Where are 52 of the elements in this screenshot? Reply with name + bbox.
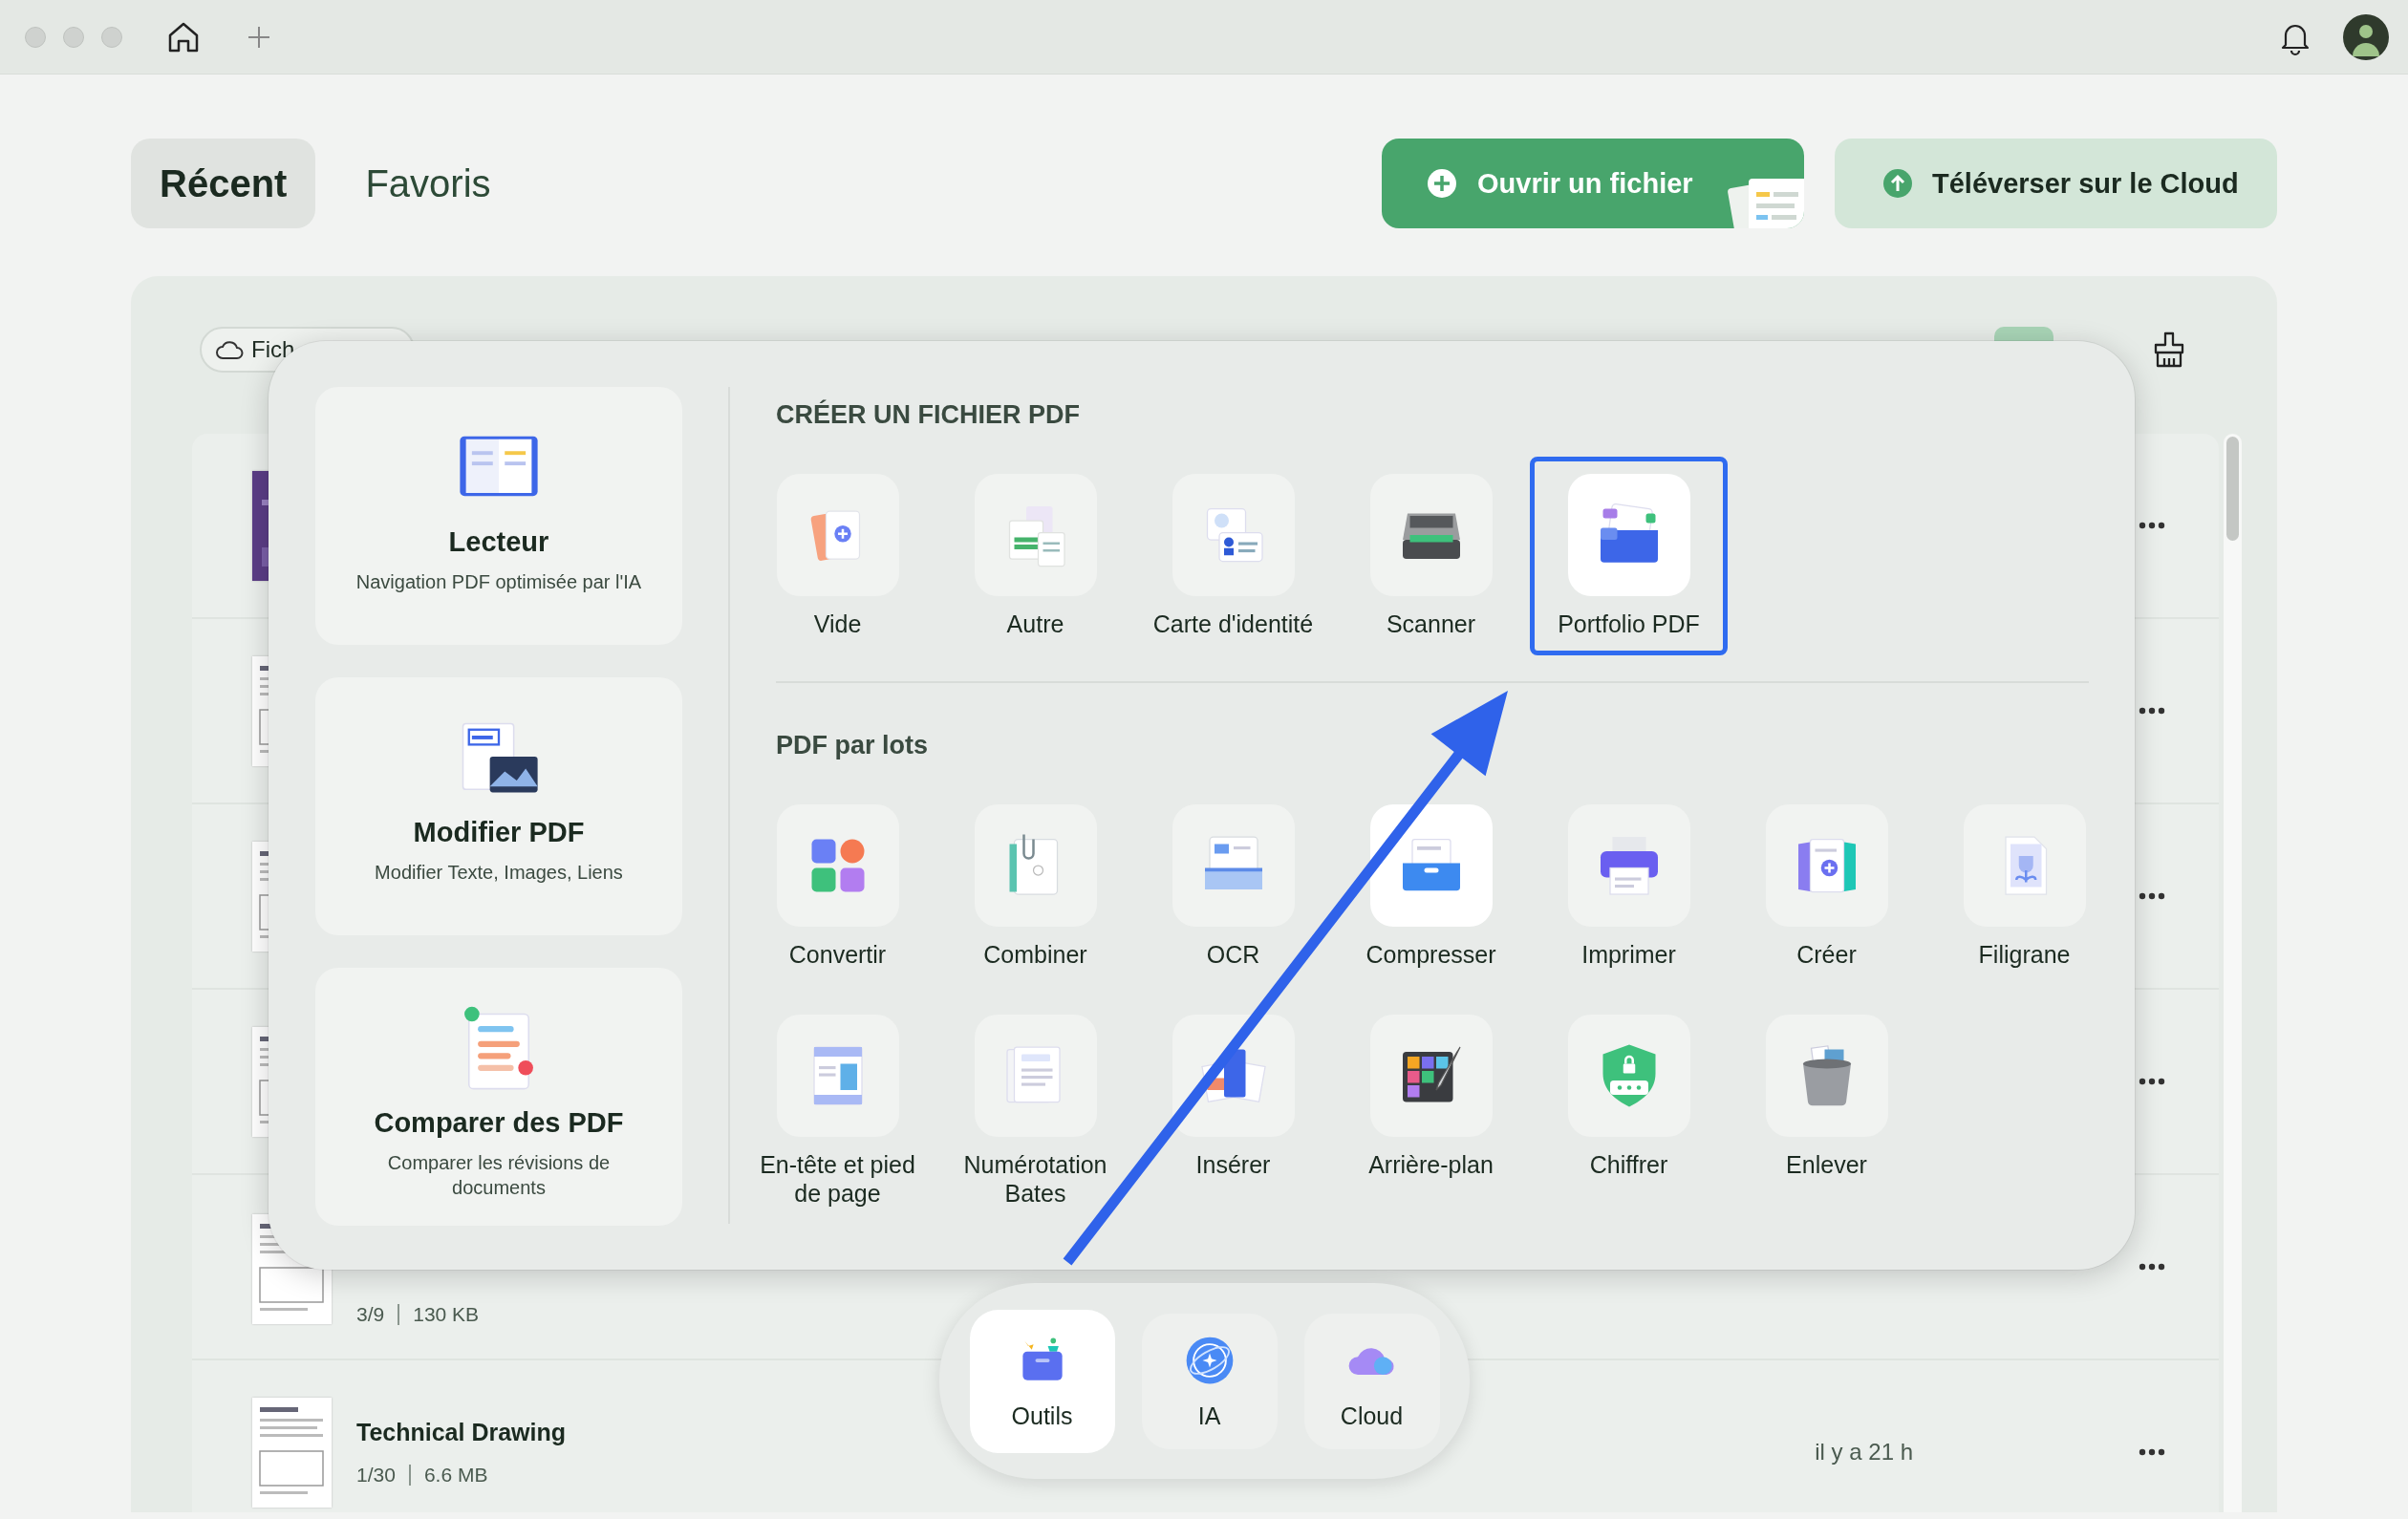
avatar[interactable] [2343, 13, 2389, 60]
more-button[interactable] [2139, 522, 2165, 529]
tab[interactable]: Favoris [336, 139, 520, 228]
modified-time: il y a 21 h [1815, 1439, 1913, 1466]
tool-button[interactable]: Imprimer [1530, 787, 1728, 986]
tool-button[interactable]: Convertir [739, 787, 936, 986]
more-button[interactable] [2139, 1078, 2165, 1085]
more-button[interactable] [2139, 892, 2165, 900]
upload-icon [1882, 168, 1913, 199]
section-heading: CRÉER UN FICHIER PDF [776, 400, 1081, 430]
tool-card[interactable]: Lecteur Navigation PDF optimisée par l'IA [315, 387, 682, 645]
tool-button[interactable]: Combiner [936, 787, 1134, 986]
file-name: Technical Drawing [356, 1418, 567, 1446]
dock-button[interactable]: Cloud [1303, 1313, 1440, 1449]
more-icon [2139, 1078, 2165, 1085]
upload-cloud-button[interactable]: Téléverser sur le Cloud [1835, 139, 2277, 228]
more-button[interactable] [2139, 1263, 2165, 1271]
tool-button[interactable]: Numérotation Bates [936, 997, 1134, 1225]
file-size: 130 KB [413, 1303, 480, 1326]
more-icon [2139, 522, 2165, 529]
tool-button[interactable]: Filigrane [1925, 787, 2123, 986]
file-size: 6.6 MB [423, 1463, 488, 1487]
avatar-icon [2343, 13, 2389, 60]
section-heading: PDF par lots [776, 731, 930, 760]
tool-button[interactable]: Enlever [1728, 997, 1925, 1225]
tool-card[interactable]: Modifier PDF Modifier Texte, Images, Liens [315, 677, 682, 935]
dock-button[interactable]: Outils [969, 1309, 1115, 1453]
tool-button[interactable]: OCR [1134, 787, 1332, 986]
tool-button[interactable]: Carte d'identité [1134, 457, 1332, 655]
scrollbar[interactable] [2224, 434, 2242, 1512]
tool-button[interactable]: Portfolio PDF [1530, 457, 1728, 655]
cloud-icon [215, 338, 244, 361]
more-button[interactable] [2139, 1448, 2165, 1456]
page-count: 1/30 [356, 1463, 396, 1487]
tool-button[interactable]: Scanner [1332, 457, 1530, 655]
tool-button[interactable]: En-tête et pied de page [739, 997, 936, 1225]
dock-button[interactable]: IA [1141, 1313, 1278, 1449]
tool-button[interactable]: Insérer [1134, 997, 1332, 1225]
tool-button[interactable]: Chiffrer [1530, 997, 1728, 1225]
tool-button[interactable]: Autre [936, 457, 1134, 655]
more-icon [2139, 1263, 2165, 1271]
more-icon [2139, 1448, 2165, 1456]
more-icon [2139, 892, 2165, 900]
tool-button[interactable]: Vide [739, 457, 936, 655]
more-button[interactable] [2139, 707, 2165, 715]
tool-button[interactable]: Arrière-plan [1332, 997, 1530, 1225]
page-count: 3/9 [356, 1303, 385, 1326]
tab[interactable]: Récent [131, 139, 316, 228]
tool-card[interactable]: Comparer des PDF Comparer les révisions de documents [315, 968, 682, 1226]
tool-button[interactable]: Créer [1728, 787, 1925, 986]
plus-circle-icon [1426, 167, 1458, 200]
more-icon [2139, 707, 2165, 715]
